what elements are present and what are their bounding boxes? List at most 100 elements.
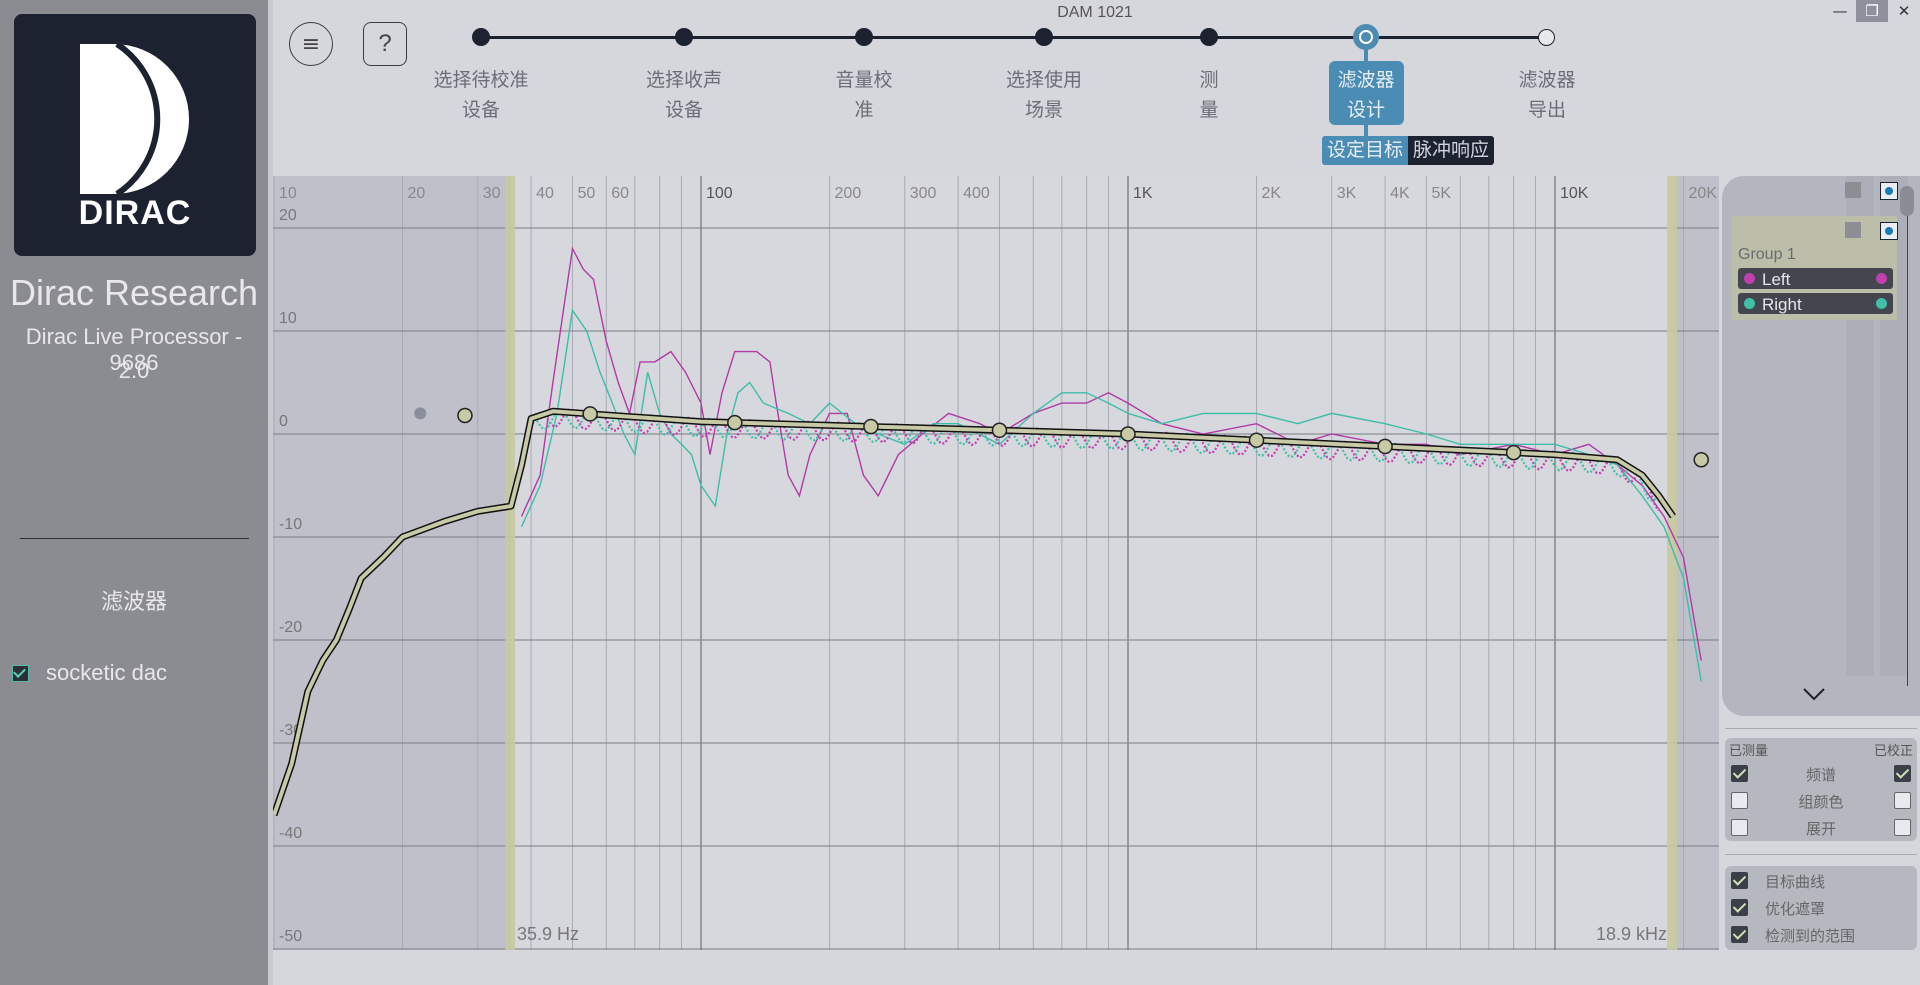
chevron-down-icon[interactable]	[1802, 682, 1826, 707]
close-button[interactable]: ✕	[1888, 0, 1920, 22]
group-link-icon[interactable]	[1845, 222, 1861, 238]
step-label-line2: 量	[1199, 100, 1219, 121]
y-tick-label: -10	[279, 516, 302, 533]
target-control-point	[582, 406, 598, 422]
x-tick-label: 3K	[1337, 185, 1357, 202]
step-filter-design[interactable]: 滤波器 设计	[1296, 66, 1436, 126]
channel-left[interactable]: Left	[1738, 268, 1893, 289]
x-tick-label: 2K	[1262, 185, 1282, 202]
x-tick-label: 200	[835, 185, 862, 202]
step-dot-5[interactable]	[1200, 28, 1218, 46]
step-select-device[interactable]: 选择待校准 设备	[411, 66, 551, 126]
step-measurement[interactable]: 测量	[1139, 66, 1279, 126]
target-curve-checkbox[interactable]	[1731, 872, 1748, 889]
close-icon: ✕	[1897, 2, 1911, 20]
x-tick-label: 30	[483, 185, 501, 202]
scrollbar-thumb[interactable]	[1900, 186, 1914, 216]
high-cutoff-handle	[1667, 176, 1678, 950]
show-all-icon[interactable]	[1880, 182, 1898, 200]
channel-color-dot	[1744, 298, 1755, 309]
minimize-icon: —	[1832, 2, 1848, 20]
spectrum-options: 已测量 已校正 频谱 组颜色 展开	[1725, 738, 1917, 841]
step-label-line1: 选择待校准	[433, 70, 529, 91]
target-control-point	[1505, 444, 1522, 461]
device-item[interactable]: socketic dac	[12, 660, 167, 686]
step-filter-export[interactable]: 滤波器 导出	[1477, 66, 1617, 126]
step-label-line1: 测	[1199, 70, 1219, 91]
step-volume-calibration[interactable]: 音量校准	[794, 66, 934, 126]
x-tick-label: 300	[910, 185, 937, 202]
group-color-label: 组颜色	[1798, 794, 1844, 811]
x-tick-label: 10	[279, 185, 297, 202]
minimize-button[interactable]: —	[1824, 0, 1856, 22]
tab-impulse-response[interactable]: 脉冲响应	[1408, 136, 1495, 165]
step-select-scenario[interactable]: 选择使用 场景	[974, 66, 1114, 126]
x-tick-label: 100	[706, 185, 733, 202]
y-tick-label: 0	[279, 413, 288, 430]
x-tick-label: 5K	[1431, 185, 1451, 202]
high-mask-region	[1673, 176, 1719, 950]
panel-divider	[1725, 728, 1917, 729]
spectrum-label: 频谱	[1805, 767, 1836, 784]
low-cutoff-label: 35.9 Hz	[517, 924, 580, 944]
x-tick-label: 10K	[1560, 185, 1589, 202]
product-version: 2.0	[118, 358, 150, 383]
sidebar-divider	[20, 538, 249, 539]
high-cutoff-label: 18.9 kHz	[1596, 924, 1668, 944]
dirac-logo: DIRAC	[14, 14, 256, 256]
step-dot-7[interactable]	[1538, 29, 1555, 46]
x-tick-label: 20K	[1689, 185, 1718, 202]
group-show-icon[interactable]	[1880, 222, 1898, 240]
detected-range-checkbox[interactable]	[1731, 926, 1748, 943]
y-tick-label: -40	[279, 825, 302, 842]
restore-button[interactable]: ❐	[1856, 0, 1888, 22]
device-checkbox[interactable]	[12, 664, 29, 682]
channel-name: Right	[1762, 295, 1802, 314]
channel-right[interactable]: Right	[1738, 293, 1893, 314]
measured-header: 已测量	[1729, 743, 1769, 758]
channel-color-dot	[1744, 273, 1755, 284]
expand-corrected-checkbox[interactable]	[1894, 819, 1911, 836]
low-cutoff-handle	[505, 176, 516, 950]
x-tick-label: 400	[963, 185, 990, 202]
x-tick-label: 50	[577, 185, 595, 202]
step-label-line2: 设备	[664, 100, 703, 121]
group-color-corrected-checkbox[interactable]	[1894, 792, 1911, 809]
step-select-mic[interactable]: 选择收声 设备	[614, 66, 754, 126]
channel-group-panel: Group 1 Left Right	[1722, 176, 1920, 716]
target-control-point	[727, 414, 743, 431]
help-button[interactable]: ?	[363, 22, 407, 66]
y-tick-label: 20	[279, 207, 297, 224]
step-dot-6[interactable]	[1353, 24, 1379, 50]
link-all-icon[interactable]	[1845, 182, 1861, 198]
step-label-line1: 滤波器	[1337, 70, 1395, 91]
step-dot-4[interactable]	[1035, 28, 1053, 46]
step-label-line2: 设备	[461, 100, 500, 121]
step-dot-3[interactable]	[855, 28, 873, 46]
step-dot-2[interactable]	[675, 28, 693, 46]
progress-line	[481, 36, 1547, 39]
channel-toggle-dot[interactable]	[1876, 298, 1887, 309]
step-label-line2: 准	[854, 100, 874, 121]
target-control-point	[414, 407, 427, 420]
menu-button[interactable]: ≡	[289, 22, 333, 66]
spectrum-corrected-checkbox[interactable]	[1894, 765, 1911, 782]
chart-svg[interactable]: 20100-10-20-30-40-5010 20 30 40 50 60 100 200 30…	[273, 176, 1719, 950]
target-control-point	[1120, 426, 1136, 442]
x-tick-label: 40	[536, 185, 554, 202]
optimization-mask-label: 优化遮罩	[1765, 901, 1826, 918]
channel-name: Left	[1762, 270, 1791, 289]
y-tick-label: -20	[279, 619, 302, 636]
step-label-line1: 选择收声	[645, 70, 722, 91]
scrollbar-track[interactable]	[1907, 206, 1908, 686]
x-tick-label: 60	[611, 185, 629, 202]
channel-toggle-dot[interactable]	[1876, 273, 1887, 284]
step-dot-1[interactable]	[472, 28, 490, 46]
expand-label: 展开	[1805, 821, 1836, 838]
step-label-line1: 选择使用	[1005, 70, 1082, 91]
tab-set-target[interactable]: 设定目标	[1322, 136, 1409, 165]
frequency-response-chart[interactable]: 20 10 0 -10 -20 -30 -40 -50 10 20 30 40 50 60 100 200 30…	[273, 176, 1719, 950]
optimization-mask-checkbox[interactable]	[1731, 899, 1748, 916]
detected-range-label: 检测到的范围	[1765, 928, 1856, 945]
panel-divider	[1725, 854, 1917, 855]
